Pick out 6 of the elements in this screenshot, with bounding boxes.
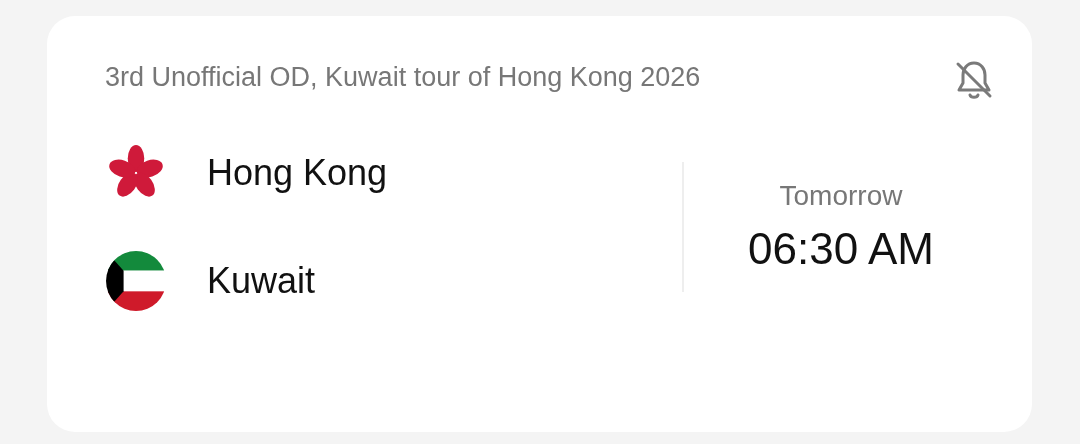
match-time: 06:30 AM bbox=[748, 224, 934, 274]
flag-icon bbox=[105, 250, 167, 312]
team-name: Hong Kong bbox=[207, 152, 388, 194]
team-name: Kuwait bbox=[207, 260, 316, 302]
match-day: Tomorrow bbox=[779, 180, 903, 212]
match-title: 3rd Unofficial OD, Kuwait tour of Hong Kong 2026 bbox=[105, 61, 701, 93]
